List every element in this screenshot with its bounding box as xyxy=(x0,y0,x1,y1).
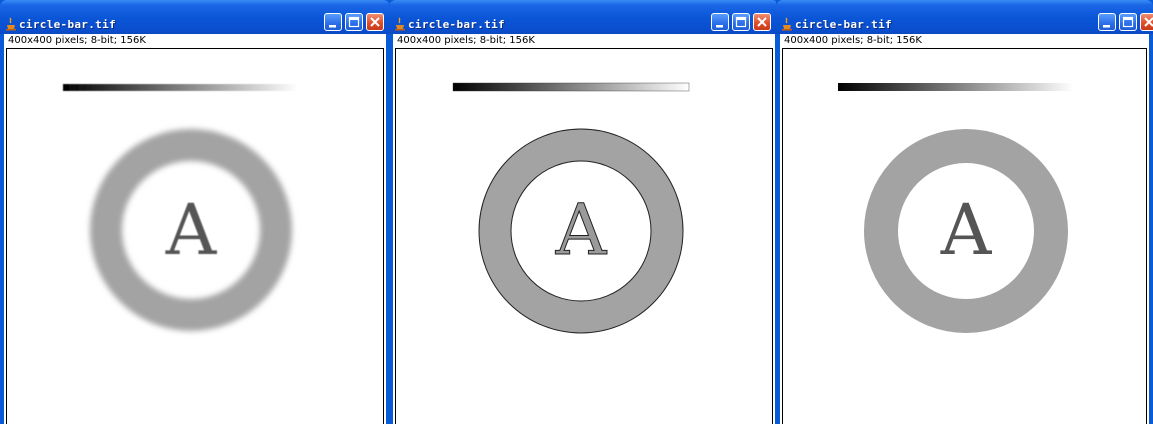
image-canvas[interactable]: A xyxy=(6,48,384,424)
image-window-1[interactable]: circle-bar.tif 400x400 pixels; 8-bit; 15… xyxy=(0,0,390,424)
close-button[interactable] xyxy=(753,13,771,31)
window-title: circle-bar.tif xyxy=(795,18,892,31)
minimize-button[interactable] xyxy=(711,13,729,31)
image-info: 400x400 pixels; 8-bit; 156K xyxy=(784,35,922,46)
title-bar[interactable]: circle-bar.tif xyxy=(776,0,1153,34)
image-window-3[interactable]: circle-bar.tif 400x400 pixels; 8-bit; 15… xyxy=(776,0,1153,424)
maximize-icon xyxy=(1122,16,1134,28)
close-button[interactable] xyxy=(1140,13,1153,31)
close-icon xyxy=(1144,17,1153,27)
close-icon xyxy=(757,17,767,27)
java-cup-icon xyxy=(6,17,16,31)
java-cup-icon xyxy=(395,17,405,31)
close-icon xyxy=(370,17,380,27)
minimize-button[interactable] xyxy=(1098,13,1116,31)
window-client: 400x400 pixels; 8-bit; 156K A xyxy=(4,34,386,424)
minimize-button[interactable] xyxy=(324,13,342,31)
window-title: circle-bar.tif xyxy=(19,18,116,31)
gradient-bar xyxy=(452,82,690,92)
minimize-icon xyxy=(1103,25,1110,28)
image-info: 400x400 pixels; 8-bit; 156K xyxy=(397,35,535,46)
window-title: circle-bar.tif xyxy=(408,18,505,31)
close-button[interactable] xyxy=(366,13,384,31)
image-letter: A xyxy=(940,189,993,271)
window-client: 400x400 pixels; 8-bit; 156K A xyxy=(393,34,775,424)
gradient-bar xyxy=(63,84,298,91)
maximize-icon xyxy=(735,16,747,28)
maximize-button[interactable] xyxy=(1119,13,1137,31)
java-cup-icon xyxy=(782,17,792,31)
maximize-button[interactable] xyxy=(732,13,750,31)
image-content: A xyxy=(63,84,298,331)
image-window-2[interactable]: circle-bar.tif 400x400 pixels; 8-bit; 15… xyxy=(389,0,779,424)
title-bar[interactable]: circle-bar.tif xyxy=(0,0,390,34)
gradient-bar xyxy=(838,83,1074,91)
image-content: A xyxy=(452,82,690,334)
image-content: A xyxy=(838,83,1074,333)
minimize-icon xyxy=(716,25,723,28)
image-canvas[interactable]: A xyxy=(395,48,773,424)
image-letter: A xyxy=(555,189,608,271)
minimize-icon xyxy=(329,25,336,28)
image-letter: A xyxy=(165,189,218,271)
title-bar[interactable]: circle-bar.tif xyxy=(389,0,779,34)
image-canvas[interactable]: A xyxy=(782,48,1147,424)
image-info: 400x400 pixels; 8-bit; 156K xyxy=(8,35,146,46)
maximize-button[interactable] xyxy=(345,13,363,31)
window-client: 400x400 pixels; 8-bit; 156K A xyxy=(780,34,1149,424)
maximize-icon xyxy=(348,16,360,28)
